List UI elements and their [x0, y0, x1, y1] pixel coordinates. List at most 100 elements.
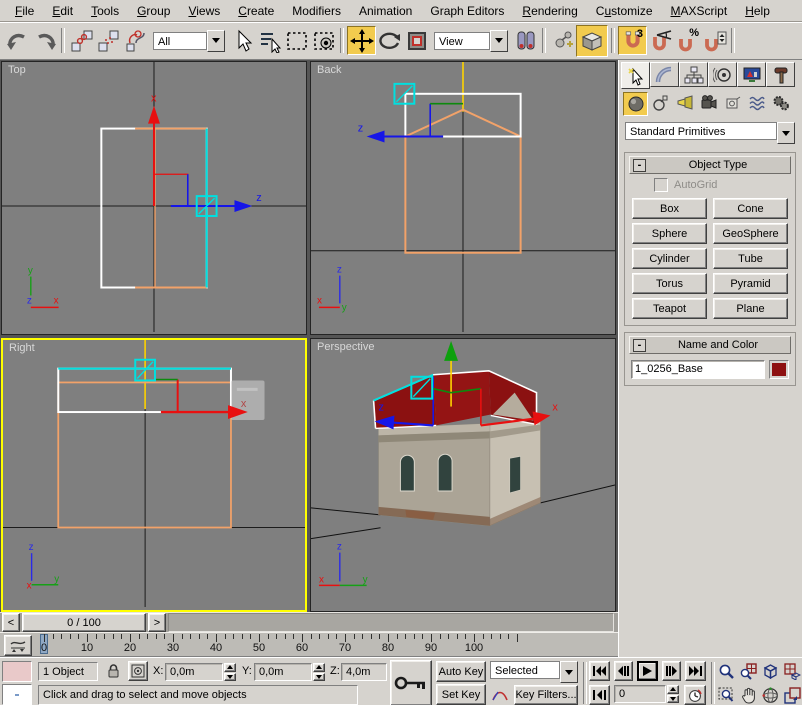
time-slider-prev-button[interactable]: < [2, 613, 20, 632]
menu-item-rendering[interactable]: Rendering [513, 2, 586, 20]
undo-icon[interactable] [4, 27, 31, 54]
maxscript-mini-listener-white[interactable] [2, 684, 32, 705]
time-slider-track[interactable] [168, 613, 614, 632]
time-slider-handle[interactable]: 0 / 100 [22, 613, 146, 632]
collapse-icon[interactable]: - [633, 339, 646, 352]
menu-item-tools[interactable]: Tools [82, 2, 128, 20]
previous-frame-button[interactable] [614, 661, 633, 681]
object-type-cone[interactable]: Cone [713, 198, 788, 219]
arc-rotate-icon[interactable] [760, 685, 781, 705]
menu-item-create[interactable]: Create [229, 2, 283, 20]
category-lights-icon[interactable] [673, 92, 696, 114]
min-max-toggle-icon[interactable] [782, 685, 802, 705]
name-color-rollout-header[interactable]: - Name and Color [629, 336, 791, 354]
key-filter-dropdown[interactable]: Selected [490, 661, 578, 681]
z-coordinate-field[interactable]: 4,0m [341, 663, 387, 681]
next-frame-button[interactable] [662, 661, 681, 681]
menu-item-help[interactable]: Help [736, 2, 779, 20]
redo-icon[interactable] [31, 27, 58, 54]
selection-filter-arrow-icon[interactable] [207, 30, 225, 52]
unlink-selection-icon[interactable] [95, 27, 122, 54]
go-to-start-button[interactable] [589, 661, 610, 681]
y-spinner[interactable] [313, 663, 325, 681]
menu-item-file[interactable]: File [6, 2, 43, 20]
keyboard-shortcut-override-toggle-icon[interactable] [576, 25, 608, 57]
auto-key-button[interactable]: Auto Key [436, 661, 486, 682]
x-spinner[interactable] [224, 663, 236, 681]
viewport-perspective[interactable]: Perspective [310, 338, 616, 612]
object-type-rollout-header[interactable]: - Object Type [629, 156, 791, 174]
tab-motion-icon[interactable] [708, 62, 737, 87]
object-type-pyramid[interactable]: Pyramid [713, 273, 788, 294]
object-type-cylinder[interactable]: Cylinder [632, 248, 707, 269]
object-type-sphere[interactable]: Sphere [632, 223, 707, 244]
zoom-icon[interactable] [716, 661, 737, 682]
object-type-plane[interactable]: Plane [713, 298, 788, 319]
zoom-extents-all-icon[interactable] [782, 661, 802, 682]
absolute-mode-transform-toggle-icon[interactable] [128, 661, 148, 681]
time-slider-next-button[interactable]: > [148, 613, 166, 632]
select-and-rotate-icon[interactable] [376, 27, 403, 54]
category-geometry-icon[interactable] [623, 92, 648, 116]
use-pivot-point-center-icon[interactable] [512, 27, 539, 54]
rectangular-selection-region-icon[interactable] [283, 27, 310, 54]
object-type-tube[interactable]: Tube [713, 248, 788, 269]
set-keys-button[interactable] [390, 660, 432, 705]
spinner-snap-toggle-icon[interactable] [701, 27, 728, 54]
tab-hierarchy-icon[interactable] [679, 62, 708, 87]
viewport-right[interactable]: Right [1, 338, 307, 612]
set-key-button[interactable]: Set Key [436, 684, 486, 705]
select-and-move-icon[interactable] [347, 26, 376, 55]
track-bar[interactable]: 0102030405060708090100 [0, 632, 618, 657]
menu-item-views[interactable]: Views [179, 2, 229, 20]
default-in-out-tangents-icon[interactable] [490, 685, 510, 705]
maxscript-mini-listener-pink[interactable] [2, 661, 32, 682]
category-cameras-icon[interactable] [697, 92, 720, 114]
object-type-torus[interactable]: Torus [632, 273, 707, 294]
object-type-box[interactable]: Box [632, 198, 707, 219]
key-filter-arrow-icon[interactable] [560, 661, 578, 683]
menu-item-graph-editors[interactable]: Graph Editors [421, 2, 513, 20]
frame-spinner[interactable] [667, 685, 679, 703]
collapse-icon[interactable]: - [633, 159, 646, 172]
category-systems-icon[interactable] [769, 92, 792, 114]
select-object-icon[interactable] [229, 27, 256, 54]
select-and-link-icon[interactable] [68, 27, 95, 54]
bind-to-space-warp-icon[interactable] [122, 27, 149, 54]
menu-item-group[interactable]: Group [128, 2, 179, 20]
select-and-uniform-scale-icon[interactable] [403, 27, 430, 54]
play-animation-button[interactable] [637, 661, 658, 681]
primitive-category-arrow-icon[interactable] [777, 122, 795, 144]
y-coordinate-field[interactable]: 0,0m [254, 663, 312, 681]
object-name-input[interactable]: 1_0256_Base [631, 360, 765, 379]
zoom-all-icon[interactable] [738, 661, 759, 682]
trackbar-ruler[interactable]: 0102030405060708090100 [34, 633, 616, 656]
time-configuration-icon[interactable] [684, 685, 706, 705]
reference-coordinate-system-dropdown[interactable]: View [434, 31, 508, 51]
key-filters-button[interactable]: Key Filters... [514, 685, 578, 705]
window-crossing-toggle-icon[interactable] [310, 27, 337, 54]
zoom-extents-icon[interactable] [760, 661, 781, 682]
snaps-toggle-icon[interactable]: 3 [618, 26, 647, 55]
pan-hand-icon[interactable] [738, 685, 759, 705]
category-space-warps-icon[interactable] [745, 92, 768, 114]
key-mode-toggle-icon[interactable] [589, 685, 610, 705]
select-and-manipulate-icon[interactable] [549, 27, 576, 54]
menu-item-animation[interactable]: Animation [350, 2, 421, 20]
tab-modify-icon[interactable] [650, 62, 679, 87]
zoom-region-icon[interactable] [716, 685, 737, 705]
menu-item-modifiers[interactable]: Modifiers [283, 2, 350, 20]
select-by-name-icon[interactable] [256, 27, 283, 54]
tab-utilities-icon[interactable] [766, 62, 795, 87]
menu-item-maxscript[interactable]: MAXScript [662, 2, 737, 20]
autogrid-checkbox[interactable] [654, 178, 668, 192]
object-color-swatch[interactable] [769, 360, 789, 379]
viewport-back[interactable]: Back [310, 61, 616, 335]
angle-snap-toggle-icon[interactable] [647, 27, 674, 54]
category-helpers-icon[interactable] [721, 92, 744, 114]
current-frame-field[interactable]: 0 [614, 685, 666, 703]
object-type-teapot[interactable]: Teapot [632, 298, 707, 319]
selection-filter-dropdown[interactable]: All [153, 31, 225, 51]
selection-lock-toggle-icon[interactable] [103, 662, 123, 681]
move-gizmo[interactable]: x z [148, 93, 262, 216]
